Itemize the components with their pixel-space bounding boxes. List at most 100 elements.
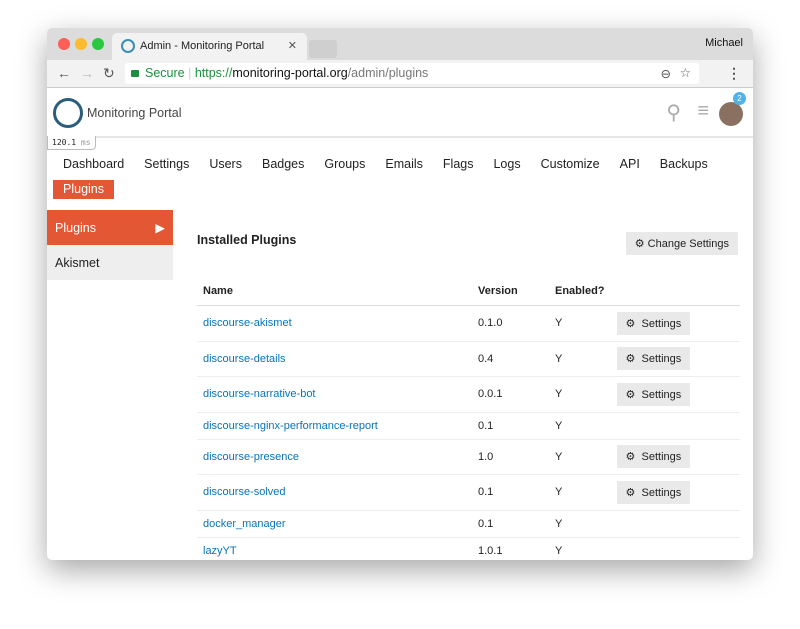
enabled-cell: Y bbox=[549, 412, 611, 440]
plugin-link[interactable]: discourse-akismet bbox=[203, 317, 292, 329]
nav-backups[interactable]: Backups bbox=[650, 155, 718, 174]
search-icon[interactable]: ⚲ bbox=[666, 100, 681, 125]
enabled-cell: Y bbox=[549, 305, 611, 342]
gear-icon: ⚙ bbox=[625, 388, 636, 401]
gear-icon: ⚙ bbox=[625, 486, 636, 499]
button-label: Settings bbox=[641, 353, 682, 366]
atom-logo-icon[interactable] bbox=[53, 98, 83, 128]
timer-value: 120.1 bbox=[52, 138, 77, 147]
address-bar-row: ← → ↻ Secure | https://monitoring-portal… bbox=[47, 60, 753, 88]
reload-icon[interactable]: ↻ bbox=[103, 65, 115, 82]
sidebar-item-plugins[interactable]: Plugins ▶ bbox=[47, 210, 173, 245]
plugin-link[interactable]: discourse-nginx-performance-report bbox=[203, 420, 378, 432]
col-actions bbox=[610, 277, 740, 306]
close-tab-icon[interactable]: ✕ bbox=[288, 39, 297, 52]
tab-bar: Admin - Monitoring Portal ✕ Michael bbox=[47, 28, 753, 60]
version-cell: 0.1 bbox=[472, 474, 549, 511]
secure-label: Secure bbox=[145, 66, 185, 80]
col-name: Name bbox=[197, 277, 472, 306]
favicon-icon bbox=[121, 39, 135, 53]
browser-tab[interactable]: Admin - Monitoring Portal ✕ bbox=[112, 33, 307, 60]
col-enabled: Enabled? bbox=[549, 277, 611, 306]
enabled-cell: Y bbox=[549, 376, 611, 413]
plugin-settings-button[interactable]: ⚙ Settings bbox=[616, 480, 691, 504]
table-row: discourse-akismet 0.1.0 Y ⚙ Settings bbox=[197, 305, 740, 342]
menu-dots-icon[interactable]: ⋮ bbox=[727, 65, 741, 82]
nav-users[interactable]: Users bbox=[199, 155, 252, 174]
plugin-name-cell: discourse-nginx-performance-report bbox=[197, 412, 472, 440]
enabled-cell: Y bbox=[549, 341, 611, 377]
profiler-timer[interactable]: 120.1 ms bbox=[47, 136, 96, 150]
table-row: lazyYT 1.0.1 Y bbox=[197, 537, 740, 560]
nav-logs[interactable]: Logs bbox=[483, 155, 530, 174]
plugin-name-cell: discourse-akismet bbox=[197, 305, 472, 342]
version-cell: 0.1.0 bbox=[472, 305, 549, 342]
sidebar-item-akismet[interactable]: Akismet bbox=[47, 245, 173, 280]
hamburger-menu-icon[interactable]: ≡ bbox=[697, 100, 709, 123]
plugin-link[interactable]: discourse-presence bbox=[203, 451, 299, 463]
timer-unit: ms bbox=[80, 138, 91, 147]
version-cell: 1.0.1 bbox=[472, 537, 549, 560]
nav-groups[interactable]: Groups bbox=[314, 155, 375, 174]
plugin-name-cell: discourse-details bbox=[197, 341, 472, 377]
minimize-window-button[interactable] bbox=[75, 38, 87, 50]
enabled-cell: Y bbox=[549, 474, 611, 511]
enabled-cell: Y bbox=[549, 439, 611, 475]
actions-cell: ⚙ Settings bbox=[610, 439, 740, 475]
notification-badge[interactable]: 2 bbox=[733, 92, 746, 105]
nav-flags[interactable]: Flags bbox=[433, 155, 484, 174]
url-scheme: https:// bbox=[194, 66, 233, 80]
site-name[interactable]: Monitoring Portal bbox=[87, 106, 182, 120]
nav-settings[interactable]: Settings bbox=[134, 155, 199, 174]
star-icon[interactable]: ☆ bbox=[680, 65, 691, 80]
nav-dashboard[interactable]: Dashboard bbox=[53, 155, 134, 174]
nav-emails[interactable]: Emails bbox=[375, 155, 433, 174]
button-label: Settings bbox=[641, 388, 682, 401]
zoom-icon[interactable]: ⊖ bbox=[661, 66, 671, 81]
nav-customize[interactable]: Customize bbox=[531, 155, 610, 174]
plugin-link[interactable]: docker_manager bbox=[203, 518, 286, 530]
table-row: docker_manager 0.1 Y bbox=[197, 510, 740, 538]
plugin-link[interactable]: discourse-solved bbox=[203, 486, 286, 498]
col-version: Version bbox=[472, 277, 549, 306]
version-cell: 0.0.1 bbox=[472, 376, 549, 413]
plugin-link[interactable]: lazyYT bbox=[203, 545, 237, 557]
profile-name[interactable]: Michael bbox=[705, 37, 743, 49]
enabled-cell: Y bbox=[549, 537, 611, 560]
lock-icon bbox=[131, 70, 139, 77]
actions-cell bbox=[610, 510, 740, 538]
new-tab-button[interactable] bbox=[309, 40, 337, 58]
maximize-window-button[interactable] bbox=[92, 38, 104, 50]
table-row: discourse-solved 0.1 Y ⚙ Settings bbox=[197, 474, 740, 511]
avatar[interactable] bbox=[719, 102, 743, 126]
table-row: discourse-presence 1.0 Y ⚙ Settings bbox=[197, 439, 740, 475]
forward-icon[interactable]: → bbox=[80, 65, 94, 81]
change-settings-button[interactable]: ⚙ Change Settings bbox=[625, 232, 738, 255]
browser-window: Admin - Monitoring Portal ✕ Michael ← → … bbox=[47, 28, 753, 560]
nav-plugins[interactable]: Plugins bbox=[53, 180, 114, 199]
button-label: Change Settings bbox=[647, 238, 729, 250]
version-cell: 1.0 bbox=[472, 439, 549, 475]
plugin-link[interactable]: discourse-details bbox=[203, 353, 286, 365]
back-icon[interactable]: ← bbox=[57, 65, 71, 81]
button-label: Settings bbox=[641, 317, 682, 330]
plugin-link[interactable]: discourse-narrative-bot bbox=[203, 388, 316, 400]
plugin-name-cell: discourse-presence bbox=[197, 439, 472, 475]
plugin-settings-button[interactable]: ⚙ Settings bbox=[616, 445, 691, 469]
actions-cell: ⚙ Settings bbox=[610, 341, 740, 377]
nav-badges[interactable]: Badges bbox=[252, 155, 314, 174]
site-header: Monitoring Portal 120.1 ms ⚲ ≡ 2 bbox=[47, 88, 753, 150]
plugin-name-cell: docker_manager bbox=[197, 510, 472, 538]
nav-api[interactable]: API bbox=[610, 155, 650, 174]
plugin-name-cell: discourse-solved bbox=[197, 474, 472, 511]
plugin-settings-button[interactable]: ⚙ Settings bbox=[616, 311, 691, 335]
url-input[interactable]: Secure | https://monitoring-portal.org/a… bbox=[125, 63, 699, 84]
button-label: Settings bbox=[641, 486, 682, 499]
close-window-button[interactable] bbox=[58, 38, 70, 50]
plugin-settings-button[interactable]: ⚙ Settings bbox=[616, 347, 691, 371]
url-host: monitoring-portal.org bbox=[232, 66, 348, 80]
actions-cell: ⚙ Settings bbox=[610, 474, 740, 511]
table-row: discourse-nginx-performance-report 0.1 Y bbox=[197, 412, 740, 440]
gear-icon: ⚙ bbox=[625, 317, 636, 330]
plugin-settings-button[interactable]: ⚙ Settings bbox=[616, 382, 691, 406]
